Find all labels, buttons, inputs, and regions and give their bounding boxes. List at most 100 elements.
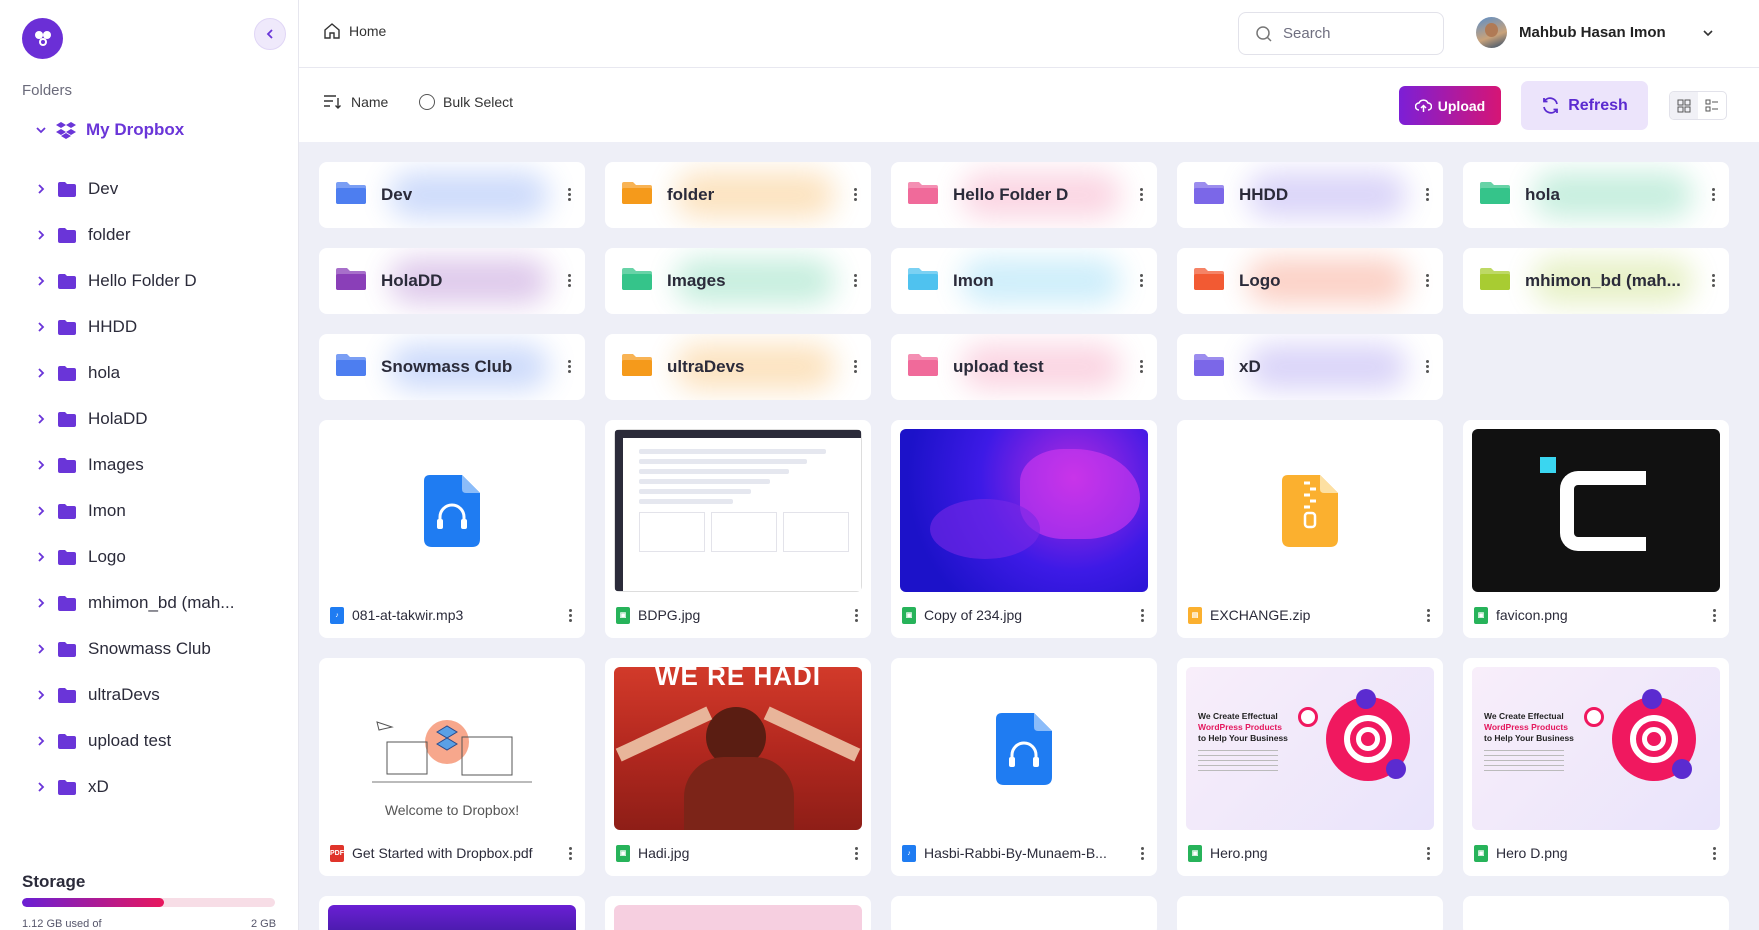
chevron-right-icon[interactable] <box>36 506 46 516</box>
more-options-icon[interactable] <box>1426 358 1429 375</box>
file-card[interactable]: ▤ EXCHANGE.zip <box>1177 420 1443 638</box>
tree-root-my-dropbox[interactable]: My Dropbox <box>36 120 184 140</box>
user-name[interactable]: Mahbub Hasan Imon <box>1519 24 1666 41</box>
file-card[interactable]: Welcome to Dropbox! PDF Get Started with D… <box>319 658 585 876</box>
chevron-right-icon[interactable] <box>36 460 46 470</box>
more-options-icon[interactable] <box>1426 272 1429 289</box>
file-card[interactable]: ♪ Hasbi-Rabbi-By-Munaem-B... <box>891 658 1157 876</box>
more-options-icon[interactable] <box>855 607 858 624</box>
sidebar-folder-item[interactable]: xD <box>36 764 234 810</box>
chevron-right-icon[interactable] <box>36 322 46 332</box>
chevron-down-icon[interactable] <box>1702 27 1714 39</box>
refresh-button[interactable]: Refresh <box>1521 81 1648 130</box>
sidebar-folder-item[interactable]: mhimon_bd (mah... <box>36 580 234 626</box>
more-options-icon[interactable] <box>1712 186 1715 203</box>
chevron-right-icon[interactable] <box>36 276 46 286</box>
chevron-down-icon[interactable] <box>36 125 46 135</box>
more-options-icon[interactable] <box>1426 186 1429 203</box>
bulk-select[interactable]: Bulk Select <box>419 94 513 110</box>
file-preview[interactable] <box>328 429 576 592</box>
folder-card[interactable]: mhimon_bd (mah... <box>1463 248 1729 314</box>
file-card[interactable]: ▣ BDPG.jpg <box>605 420 871 638</box>
sort-by-name[interactable]: Name <box>323 94 388 110</box>
more-options-icon[interactable] <box>1140 186 1143 203</box>
chevron-right-icon[interactable] <box>36 552 46 562</box>
more-options-icon[interactable] <box>569 607 572 624</box>
sidebar-folder-item[interactable]: HolaDD <box>36 396 234 442</box>
file-card[interactable]: ▣ favicon.png <box>1463 420 1729 638</box>
more-options-icon[interactable] <box>1141 845 1144 862</box>
chevron-right-icon[interactable] <box>36 368 46 378</box>
folder-card[interactable]: Hello Folder D <box>891 162 1157 228</box>
more-options-icon[interactable] <box>854 186 857 203</box>
search-box[interactable] <box>1238 12 1444 55</box>
avatar[interactable] <box>1476 17 1507 48</box>
sidebar-folder-item[interactable]: Imon <box>36 488 234 534</box>
sidebar-folder-item[interactable]: Images <box>36 442 234 488</box>
sidebar-folder-item[interactable]: ultraDevs <box>36 672 234 718</box>
sidebar-folder-item[interactable]: Dev <box>36 166 234 212</box>
more-options-icon[interactable] <box>569 845 572 862</box>
file-preview[interactable] <box>1472 429 1720 592</box>
file-card[interactable] <box>1463 896 1729 930</box>
more-options-icon[interactable] <box>1427 607 1430 624</box>
folder-card[interactable]: ultraDevs <box>605 334 871 400</box>
file-card[interactable] <box>1177 896 1443 930</box>
file-preview[interactable] <box>614 429 862 592</box>
collapse-sidebar-button[interactable] <box>254 18 286 50</box>
chevron-right-icon[interactable] <box>36 690 46 700</box>
app-logo[interactable] <box>22 18 63 59</box>
file-preview[interactable] <box>900 667 1148 830</box>
file-preview[interactable]: We Create Effectual WordPress Products to … <box>1472 667 1720 830</box>
file-card[interactable]: We Create Effectual WordPress Products to … <box>1177 658 1443 876</box>
chevron-right-icon[interactable] <box>36 598 46 608</box>
search-input[interactable] <box>1283 25 1423 42</box>
more-options-icon[interactable] <box>1427 845 1430 862</box>
folder-card[interactable]: hola <box>1463 162 1729 228</box>
file-card[interactable]: ♪ 081-at-takwir.mp3 <box>319 420 585 638</box>
file-card[interactable] <box>891 896 1157 930</box>
folder-card[interactable]: upload test <box>891 334 1157 400</box>
file-preview[interactable] <box>1186 429 1434 592</box>
chevron-right-icon[interactable] <box>36 736 46 746</box>
more-options-icon[interactable] <box>568 358 571 375</box>
bulk-select-radio[interactable] <box>419 94 435 110</box>
chevron-right-icon[interactable] <box>36 184 46 194</box>
list-view-button[interactable] <box>1698 92 1726 119</box>
file-preview[interactable]: Welcome to Dropbox! <box>328 667 576 830</box>
chevron-right-icon[interactable] <box>36 414 46 424</box>
folder-card[interactable]: Imon <box>891 248 1157 314</box>
chevron-right-icon[interactable] <box>36 230 46 240</box>
folder-card[interactable]: Dev <box>319 162 585 228</box>
sidebar-folder-item[interactable]: Hello Folder D <box>36 258 234 304</box>
breadcrumb[interactable]: Home <box>323 22 386 40</box>
file-card[interactable]: We Create Effectual WordPress Products to … <box>1463 658 1729 876</box>
upload-button[interactable]: Upload <box>1399 86 1501 125</box>
chevron-right-icon[interactable] <box>36 782 46 792</box>
more-options-icon[interactable] <box>854 272 857 289</box>
more-options-icon[interactable] <box>568 272 571 289</box>
file-preview[interactable] <box>900 429 1148 592</box>
breadcrumb-home[interactable]: Home <box>349 23 386 39</box>
more-options-icon[interactable] <box>1713 845 1716 862</box>
more-options-icon[interactable] <box>568 186 571 203</box>
more-options-icon[interactable] <box>854 358 857 375</box>
sidebar-folder-item[interactable]: hola <box>36 350 234 396</box>
folder-card[interactable]: Snowmass Club <box>319 334 585 400</box>
folder-card[interactable]: Logo <box>1177 248 1443 314</box>
file-card[interactable] <box>605 896 871 930</box>
sidebar-folder-item[interactable]: Snowmass Club <box>36 626 234 672</box>
folder-card[interactable]: xD <box>1177 334 1443 400</box>
file-preview[interactable]: We Create Effectual WordPress Products to … <box>1186 667 1434 830</box>
file-card[interactable]: ▣ Copy of 234.jpg <box>891 420 1157 638</box>
folder-card[interactable]: folder <box>605 162 871 228</box>
more-options-icon[interactable] <box>1712 272 1715 289</box>
user-menu[interactable]: Mahbub Hasan Imon <box>1476 17 1714 48</box>
sidebar-folder-item[interactable]: HHDD <box>36 304 234 350</box>
folder-card[interactable]: Images <box>605 248 871 314</box>
more-options-icon[interactable] <box>1140 272 1143 289</box>
sidebar-folder-item[interactable]: upload test <box>36 718 234 764</box>
file-card[interactable]: WE RE HADI ▣ Hadi.jpg <box>605 658 871 876</box>
grid-view-button[interactable] <box>1670 92 1698 119</box>
more-options-icon[interactable] <box>1713 607 1716 624</box>
